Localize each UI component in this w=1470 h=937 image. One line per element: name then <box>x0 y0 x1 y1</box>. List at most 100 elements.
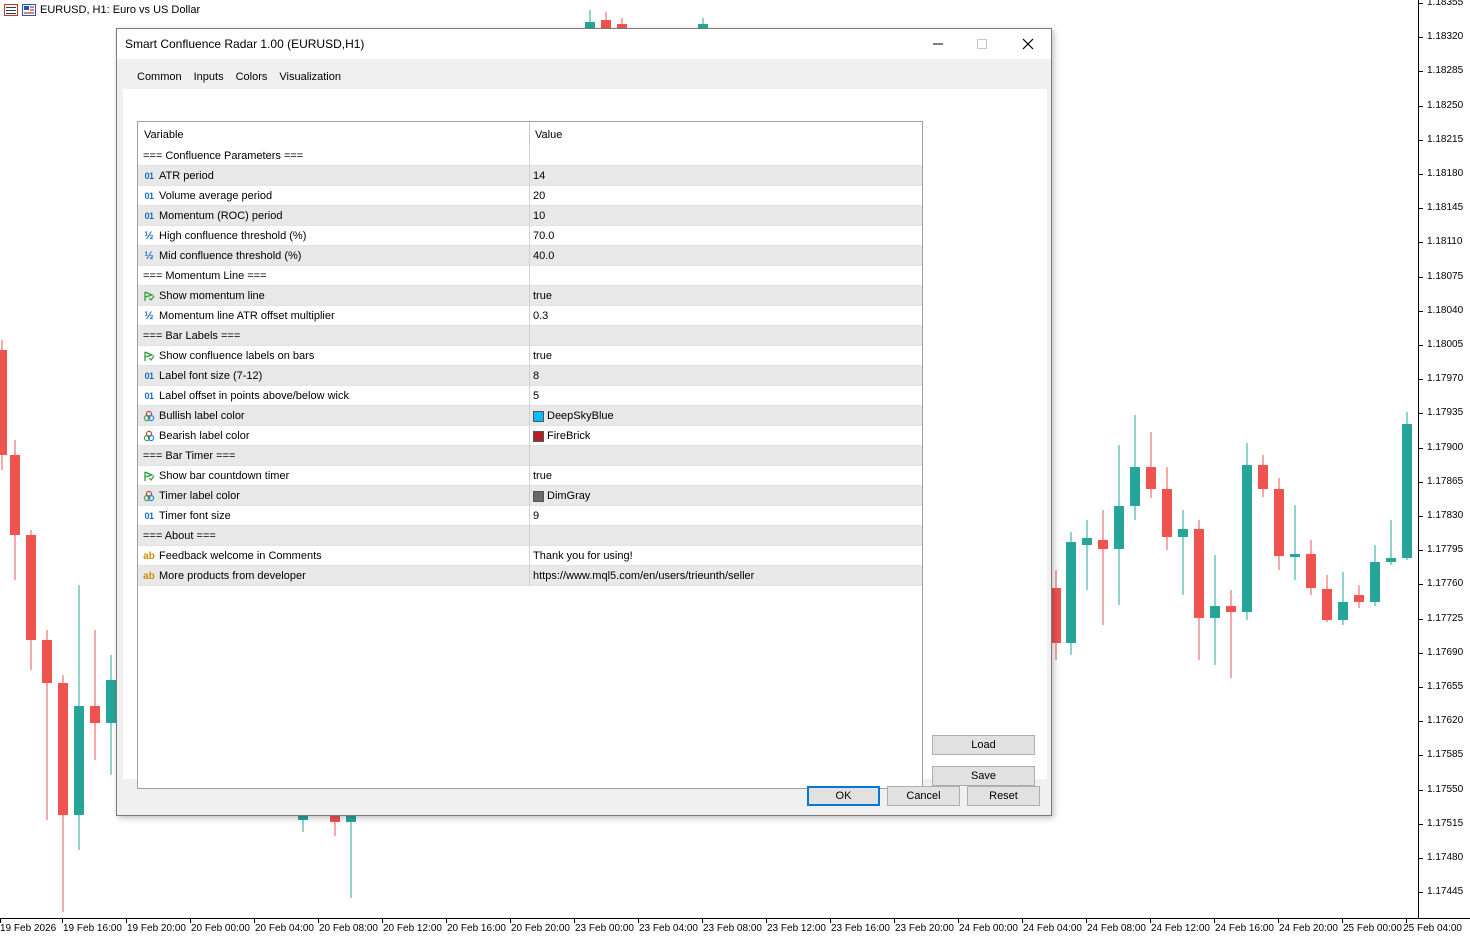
input-row[interactable]: 01 Volume average period 20 <box>138 186 922 206</box>
bullish-candle[interactable] <box>585 10 595 30</box>
value-cell[interactable]: DimGray <box>533 490 590 502</box>
bearish-candle[interactable] <box>1306 540 1316 595</box>
bearish-candle[interactable] <box>1226 590 1236 678</box>
value-cell[interactable]: 40.0 <box>533 250 554 262</box>
input-row[interactable]: ½ Mid confluence threshold (%) 40.0 <box>138 246 922 266</box>
value-cell[interactable]: true <box>533 290 552 302</box>
bearish-candle[interactable] <box>10 440 20 580</box>
column-header-value[interactable]: Value <box>535 129 562 141</box>
bullish-candle[interactable] <box>346 815 356 898</box>
bearish-candle[interactable] <box>26 530 36 670</box>
input-row[interactable]: Bullish label color DeepSkyBlue <box>138 406 922 426</box>
tab-visualization[interactable]: Visualization <box>273 69 347 89</box>
close-button[interactable] <box>1005 29 1051 59</box>
input-row[interactable]: ab Feedback welcome in Comments Thank you … <box>138 546 922 566</box>
bullish-candle[interactable] <box>1402 412 1412 560</box>
bearish-candle[interactable] <box>1051 570 1061 660</box>
reset-button[interactable]: Reset <box>967 786 1040 806</box>
bullish-candle[interactable] <box>1386 520 1396 565</box>
input-row[interactable]: 01 Momentum (ROC) period 10 <box>138 206 922 226</box>
input-row[interactable]: ab More products from developer https://ww… <box>138 566 922 586</box>
bearish-candle[interactable] <box>330 815 340 836</box>
value-cell[interactable]: 14 <box>533 170 545 182</box>
candle-body <box>1194 529 1204 618</box>
input-row[interactable]: 01 Timer font size 9 <box>138 506 922 526</box>
bullish-candle[interactable] <box>1130 415 1140 520</box>
bearish-candle[interactable] <box>42 630 52 820</box>
bullish-candle[interactable] <box>106 655 116 775</box>
cell-divider <box>529 566 530 586</box>
dialog-titlebar[interactable]: Smart Confluence Radar 1.00 (EURUSD,H1) <box>117 29 1051 59</box>
color-swatch[interactable] <box>533 410 544 422</box>
price-axis[interactable]: 1.18355 1.18320 1.18285 1.18250 1.18215 1.181… <box>1418 0 1470 918</box>
input-row[interactable]: Show momentum line true <box>138 286 922 306</box>
save-button[interactable]: Save <box>932 766 1035 786</box>
value-cell[interactable]: 8 <box>533 370 539 382</box>
color-swatch[interactable] <box>533 430 544 442</box>
bearish-candle[interactable] <box>1258 455 1268 497</box>
value-cell[interactable]: 5 <box>533 390 539 402</box>
column-header-variable[interactable]: Variable <box>144 129 184 141</box>
value-cell[interactable]: Thank you for using! <box>533 550 633 562</box>
group-header-row[interactable]: === Momentum Line === <box>138 266 922 286</box>
minimize-button[interactable] <box>915 29 961 59</box>
bullish-candle[interactable] <box>1290 505 1300 580</box>
tab-common[interactable]: Common <box>131 69 188 89</box>
bearish-candle[interactable] <box>1194 520 1204 660</box>
bearish-candle[interactable] <box>90 630 100 760</box>
variable-cell: Bullish label color <box>143 410 245 422</box>
input-row[interactable]: Show confluence labels on bars true <box>138 346 922 366</box>
bullish-candle[interactable] <box>1178 510 1188 595</box>
tab-colors[interactable]: Colors <box>230 69 274 89</box>
input-row[interactable]: 01 Label font size (7-12) 8 <box>138 366 922 386</box>
bearish-candle[interactable] <box>1322 575 1332 622</box>
price-tick <box>1419 584 1423 586</box>
bearish-candle[interactable] <box>1098 510 1108 625</box>
maximize-button[interactable] <box>959 29 1005 59</box>
input-row[interactable]: ½ High confluence threshold (%) 70.0 <box>138 226 922 246</box>
group-header-row[interactable]: === Confluence Parameters === <box>138 146 922 166</box>
value-cell[interactable]: 70.0 <box>533 230 554 242</box>
bearish-candle[interactable] <box>0 340 7 470</box>
tab-inputs[interactable]: Inputs <box>187 69 230 91</box>
bullish-candle[interactable] <box>74 585 84 850</box>
bearish-candle[interactable] <box>1146 432 1156 498</box>
bullish-candle[interactable] <box>1338 572 1348 625</box>
input-row[interactable]: Timer label color DimGray <box>138 486 922 506</box>
bearish-candle[interactable] <box>1354 585 1364 608</box>
price-label: 1.18285 <box>1427 65 1464 77</box>
bullish-candle[interactable] <box>1242 443 1252 620</box>
bearish-candle[interactable] <box>1162 467 1172 550</box>
bullish-candle[interactable] <box>1082 520 1092 590</box>
value-cell[interactable]: true <box>533 470 552 482</box>
bullish-candle[interactable] <box>1210 555 1220 665</box>
bullish-candle[interactable] <box>1114 445 1124 605</box>
time-axis[interactable]: 19 Feb 2026 19 Feb 16:00 19 Feb 20:00 20 Fe… <box>0 918 1470 937</box>
bullish-candle[interactable] <box>1066 532 1076 655</box>
input-row[interactable]: Show bar countdown timer true <box>138 466 922 486</box>
ok-button[interactable]: OK <box>807 786 880 806</box>
group-header-row[interactable]: === About === <box>138 526 922 546</box>
value-cell[interactable]: 0.3 <box>533 310 548 322</box>
value-cell[interactable]: 20 <box>533 190 545 202</box>
value-cell[interactable]: FireBrick <box>533 430 590 442</box>
cancel-button[interactable]: Cancel <box>887 786 960 806</box>
group-header-row[interactable]: === Bar Timer === <box>138 446 922 466</box>
bearish-candle[interactable] <box>1274 478 1284 570</box>
value-cell[interactable]: 9 <box>533 510 539 522</box>
input-row[interactable]: 01 Label offset in points above/below wic… <box>138 386 922 406</box>
input-row[interactable]: ½ Momentum line ATR offset multiplier 0.3 <box>138 306 922 326</box>
group-header-row[interactable]: === Bar Labels === <box>138 326 922 346</box>
bullish-candle[interactable] <box>298 815 308 832</box>
value-cell[interactable]: 10 <box>533 210 545 222</box>
value-cell[interactable]: DeepSkyBlue <box>533 410 614 422</box>
load-button[interactable]: Load <box>932 735 1035 755</box>
value-cell[interactable]: true <box>533 350 552 362</box>
bullish-candle[interactable] <box>1370 545 1380 606</box>
input-row[interactable]: 01 ATR period 14 <box>138 166 922 186</box>
bearish-candle[interactable] <box>58 675 68 912</box>
value-cell[interactable]: https://www.mql5.com/en/users/trieunth/s… <box>533 570 754 582</box>
color-swatch[interactable] <box>533 490 544 502</box>
variable-name: More products from developer <box>159 570 306 582</box>
input-row[interactable]: Bearish label color FireBrick <box>138 426 922 446</box>
